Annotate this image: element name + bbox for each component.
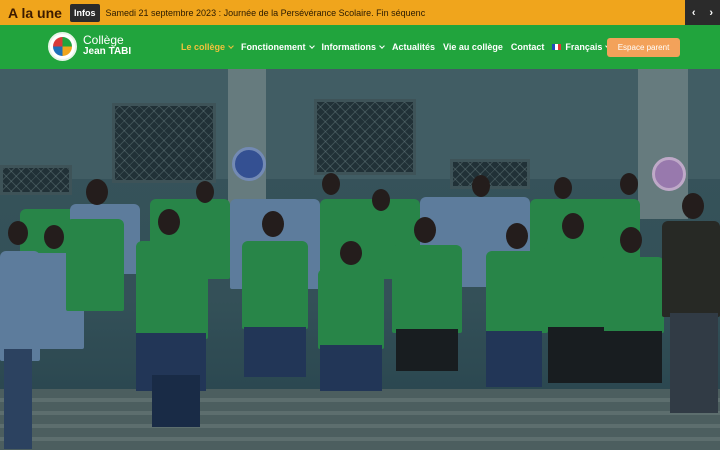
logo-emblem-icon [53,37,72,56]
menu-item-label: Vie au collège [443,42,503,52]
menu-item-fonctionnement[interactable]: Fonctionement [241,42,315,52]
chevron-down-icon [308,42,315,49]
brand-name[interactable]: Collège Jean TABI [83,33,132,57]
language-selector[interactable]: Français [552,42,612,52]
menu-item-label: Contact [510,42,545,52]
menu-item-le-college[interactable]: Le collège [181,42,234,52]
school-logo[interactable] [48,32,77,61]
menu-item-label: Le collège [181,42,226,52]
news-ticker: A la une Infos Samedi 21 septembre 2023 … [0,0,720,25]
french-flag-icon [552,44,562,50]
menu-item-actualites[interactable]: Actualités [392,42,435,52]
ticker-badge: Infos [70,3,100,22]
chevron-right-icon[interactable]: › [709,7,713,19]
ticker-text[interactable]: Samedi 21 septembre 2023 : Journée de la… [106,8,646,18]
menu: Le collège Fonctionement Informations Ac… [181,25,612,69]
chevron-down-icon [379,42,385,49]
chevron-left-icon[interactable]: ‹ [692,7,696,19]
ticker-controls: ‹ › [685,0,720,25]
menu-item-contact[interactable]: Contact [511,42,545,52]
menu-item-label: Informations [321,42,377,52]
parent-space-button[interactable]: Espace parent [607,38,680,57]
menu-item-label: Actualités [392,42,436,52]
brand-line-2: Jean TABI [83,46,132,57]
menu-item-informations[interactable]: Informations [322,42,385,52]
language-label: Français [565,42,603,52]
brand-line-1: Collège [83,33,124,47]
main-nav: Collège Jean TABI Le collège Fonctioneme… [0,25,720,69]
hero-photo [0,69,720,450]
ticker-title: A la une [8,4,62,21]
chevron-down-icon [228,42,234,49]
menu-item-label: Fonctionement [241,42,306,52]
menu-item-vie-au-college[interactable]: Vie au collège [443,42,503,52]
photo-overlay [0,69,720,450]
